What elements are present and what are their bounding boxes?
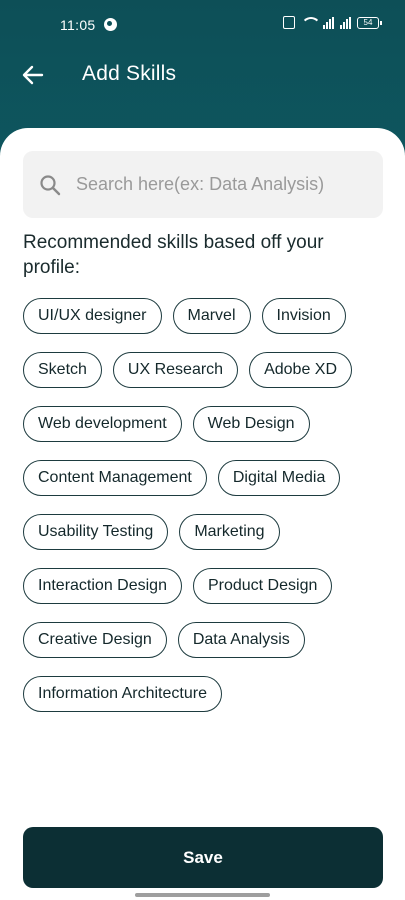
skill-chip[interactable]: Interaction Design — [23, 568, 182, 604]
battery-icon: 54 — [357, 16, 382, 29]
skill-chip[interactable]: Product Design — [192, 568, 333, 604]
skill-chip-list: UI/UX designer Marvel Invision Sketch UX Res… — [23, 298, 388, 712]
skill-chip[interactable]: Web Design — [192, 406, 310, 442]
arrow-left-icon — [22, 65, 44, 85]
skill-chip[interactable]: Sketch — [23, 352, 102, 388]
page-title: Add Skills — [82, 62, 177, 85]
wifi-icon — [301, 16, 321, 29]
signal-icon — [323, 16, 334, 29]
status-time: 11:05 — [60, 17, 96, 33]
status-icons: 54 — [283, 16, 382, 29]
skill-chip[interactable]: Content Management — [23, 460, 207, 496]
skill-chip[interactable]: Digital Media — [217, 460, 341, 496]
back-button[interactable] — [18, 60, 48, 90]
signal-icon-2 — [340, 16, 351, 29]
vibrate-icon — [283, 16, 295, 29]
skill-chip[interactable]: UX Research — [112, 352, 239, 388]
skill-chip[interactable]: Creative Design — [23, 622, 167, 658]
recommended-skills-heading: Recommended skills based off your profil… — [23, 232, 324, 278]
content-sheet: Recommended skills based off your profil… — [0, 128, 405, 900]
skill-chip[interactable]: Information Architecture — [23, 676, 222, 712]
home-indicator — [135, 893, 270, 897]
skill-chip[interactable]: UI/UX designer — [23, 298, 162, 334]
skill-chip[interactable]: Web development — [23, 406, 182, 442]
status-bar: 11:05 54 — [0, 0, 405, 48]
skill-chip[interactable]: Marvel — [172, 298, 251, 334]
search-box[interactable] — [23, 151, 383, 218]
skill-chip[interactable]: Adobe XD — [249, 352, 353, 388]
skill-chip[interactable]: Usability Testing — [23, 514, 169, 550]
app-bar: Add Skills — [0, 48, 405, 106]
search-input[interactable] — [76, 174, 356, 195]
skill-chip[interactable]: Invision — [261, 298, 346, 334]
notification-app-icon — [104, 18, 117, 31]
skill-chip[interactable]: Data Analysis — [177, 622, 305, 658]
skill-chip[interactable]: Marketing — [179, 514, 280, 550]
search-icon — [38, 173, 62, 197]
save-button[interactable]: Save — [23, 827, 383, 888]
